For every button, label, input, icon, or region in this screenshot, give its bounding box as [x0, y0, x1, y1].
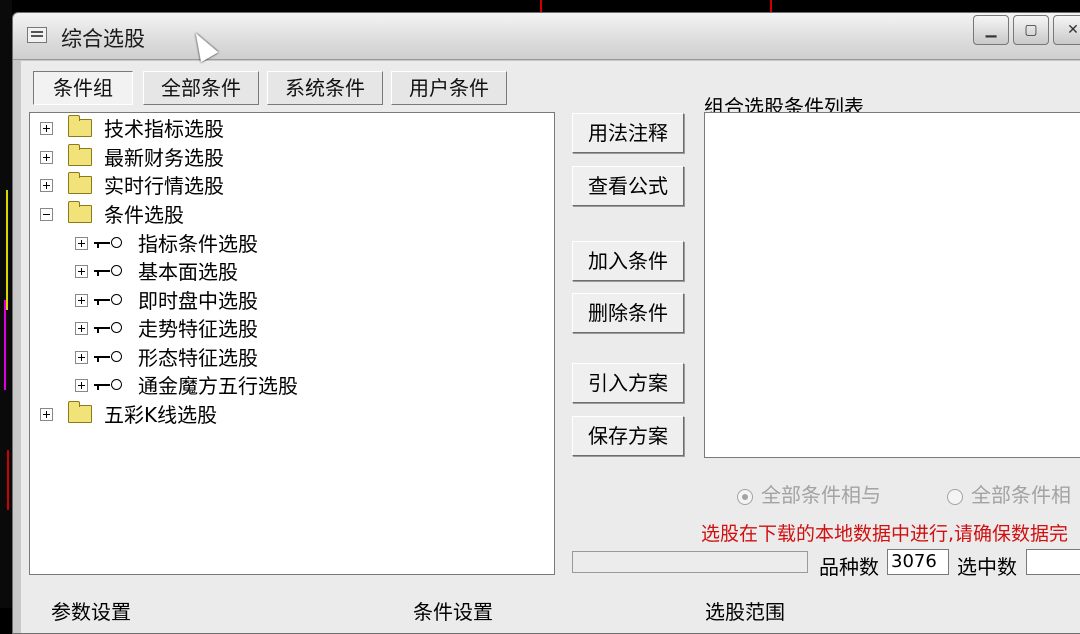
tree-node-label: 通金魔方五行选股: [138, 374, 298, 398]
tree-node-label: 技术指标选股: [104, 117, 224, 141]
count-value: 3076: [887, 549, 949, 575]
key-icon: [94, 265, 122, 276]
tree-node-label: 形态特征选股: [138, 346, 258, 370]
expand-icon[interactable]: [75, 351, 88, 364]
collapse-icon[interactable]: [40, 208, 53, 221]
chart-line: [6, 190, 8, 310]
tree-node-label: 五彩K线选股: [104, 403, 218, 427]
window-title: 综合选股: [61, 27, 145, 51]
chart-line: [4, 300, 6, 390]
maximize-button[interactable]: ▢: [1013, 15, 1049, 45]
expand-icon[interactable]: [75, 237, 88, 250]
radio-unselected-icon: [947, 488, 963, 505]
expand-icon[interactable]: [40, 151, 53, 164]
folder-icon: [68, 144, 92, 166]
tab-all-conditions[interactable]: 全部条件: [143, 71, 259, 105]
folder-icon: [68, 401, 92, 423]
expand-icon[interactable]: [40, 122, 53, 135]
selected-label: 选中数: [957, 555, 1017, 579]
add-condition-button[interactable]: 加入条件: [572, 241, 684, 281]
progress-bar: [572, 551, 808, 573]
tree-node-label: 条件选股: [104, 203, 184, 227]
minimize-button[interactable]: ▁: [973, 15, 1009, 45]
params-section-title: 参数设置: [51, 600, 131, 624]
radio-all-and[interactable]: 全部条件相与: [737, 479, 881, 508]
expand-icon[interactable]: [75, 265, 88, 278]
chart-line: [770, 0, 772, 12]
expand-icon[interactable]: [75, 379, 88, 392]
tree-node-label: 走势特征选股: [138, 317, 258, 341]
tab-system-conditions[interactable]: 系统条件: [267, 71, 383, 105]
folder-icon: [68, 115, 92, 137]
key-icon: [94, 294, 122, 305]
condition-tree[interactable]: 技术指标选股 最新财务选股 实时行情选股 条件选股 指标条件选股 基本面选股 即…: [29, 112, 555, 575]
folder-icon: [68, 201, 92, 223]
tree-node-label: 即时盘中选股: [138, 289, 258, 313]
warning-text: 选股在下载的本地数据中进行,请确保数据完: [701, 523, 1069, 545]
tree-node-label: 实时行情选股: [104, 174, 224, 198]
tree-node-label: 指标条件选股: [138, 232, 258, 256]
range-section-title: 选股范围: [705, 600, 785, 624]
radio-selected-icon: [737, 488, 753, 505]
title-bar[interactable]: 综合选股 ▁ ▢ ✕: [13, 13, 1080, 60]
expand-icon[interactable]: [40, 408, 53, 421]
dialog-body: 条件组 全部条件 系统条件 用户条件 技术指标选股 最新财务选股 实时行情选股: [21, 61, 1080, 633]
radio-label: 全部条件相与: [761, 483, 881, 507]
view-formula-button[interactable]: 查看公式: [572, 166, 684, 206]
count-label: 品种数: [819, 555, 879, 579]
delete-condition-button[interactable]: 删除条件: [572, 293, 684, 333]
radio-label: 全部条件相: [971, 483, 1071, 507]
chart-line: [540, 0, 542, 12]
tree-node-label: 最新财务选股: [104, 146, 224, 170]
condition-list[interactable]: [704, 112, 1080, 458]
tab-user-conditions[interactable]: 用户条件: [391, 71, 507, 105]
expand-icon[interactable]: [40, 179, 53, 192]
key-icon: [94, 379, 122, 390]
chart-line: [7, 450, 9, 510]
tab-condition-group[interactable]: 条件组: [33, 71, 133, 105]
usage-notes-button[interactable]: 用法注释: [572, 113, 684, 153]
folder-icon: [68, 172, 92, 194]
import-plan-button[interactable]: 引入方案: [572, 363, 684, 403]
radio-all-or[interactable]: 全部条件相: [947, 479, 1071, 508]
key-icon: [94, 322, 122, 333]
expand-icon[interactable]: [75, 322, 88, 335]
save-plan-button[interactable]: 保存方案: [572, 416, 684, 456]
app-icon: [27, 27, 47, 43]
close-button[interactable]: ✕: [1053, 15, 1080, 45]
selected-value: [1026, 549, 1080, 575]
expand-icon[interactable]: [75, 294, 88, 307]
tree-node-label: 基本面选股: [138, 260, 238, 284]
conditions-section-title: 条件设置: [413, 600, 493, 624]
stock-screener-window: 综合选股 ▁ ▢ ✕ 条件组 全部条件 系统条件 用户条件 技术指标选股 最新财…: [12, 12, 1080, 634]
key-icon: [94, 351, 122, 362]
key-icon: [94, 237, 122, 248]
